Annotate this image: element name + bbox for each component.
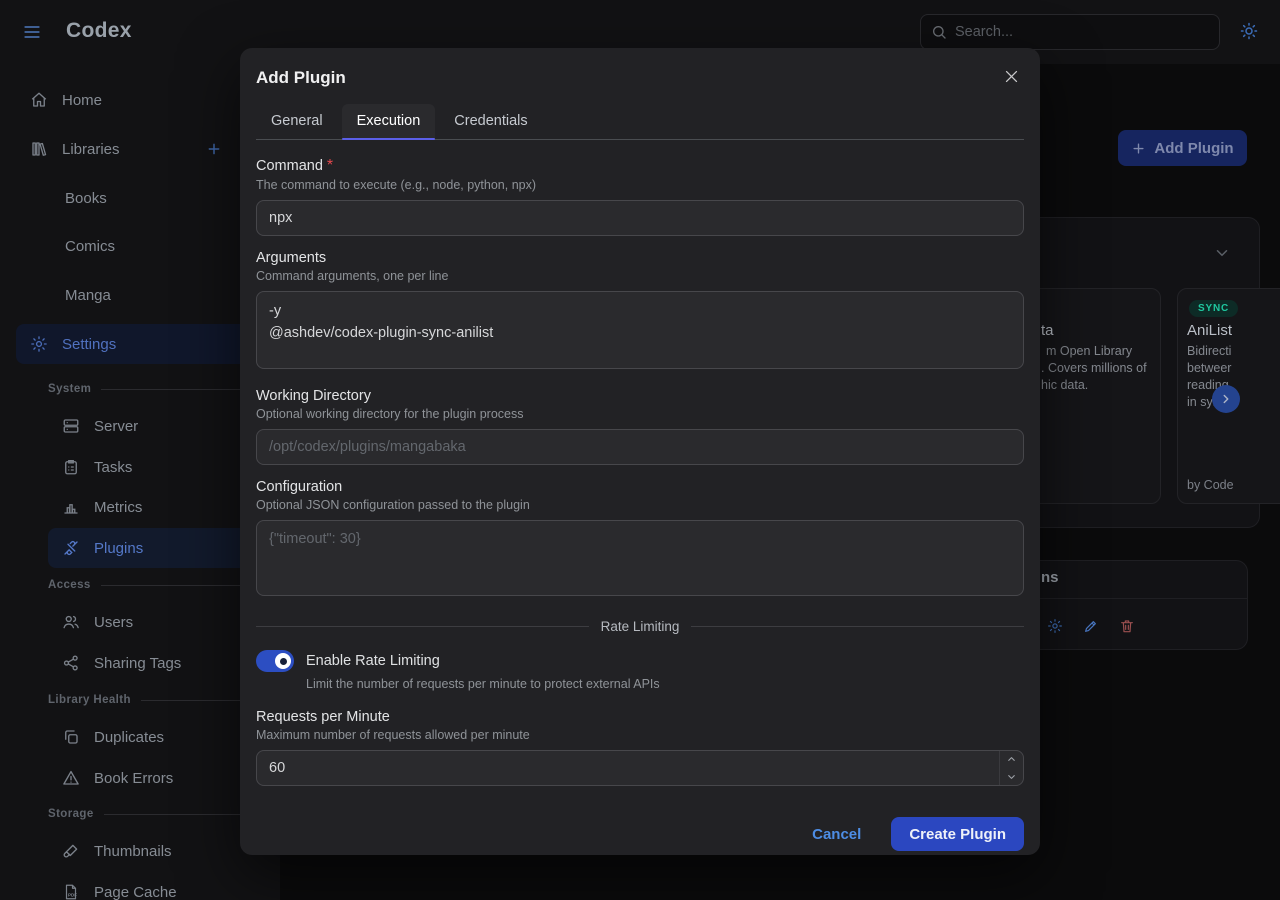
configuration-textarea[interactable]: [256, 520, 1024, 596]
command-help: The command to execute (e.g., node, pyth…: [256, 178, 1024, 192]
edit-icon[interactable]: [1083, 618, 1099, 634]
working-directory-field-group: Working Directory Optional working direc…: [256, 388, 1024, 465]
required-asterisk: *: [327, 157, 333, 174]
command-input[interactable]: [256, 200, 1024, 236]
enable-rate-limiting-label: Enable Rate Limiting: [306, 653, 440, 669]
requests-per-minute-label: Requests per Minute: [256, 709, 1024, 725]
modal-tabs: General Execution Credentials: [256, 104, 1024, 140]
add-plugin-modal: Add Plugin General Execution Credentials…: [240, 48, 1040, 855]
stepper-down-icon[interactable]: [1000, 768, 1023, 785]
chevron-down-icon[interactable]: [1213, 244, 1231, 262]
requests-per-minute-help: Maximum number of requests allowed per m…: [256, 728, 1024, 742]
configuration-label: Configuration: [256, 479, 1024, 495]
enable-rate-limiting-help: Limit the number of requests per minute …: [306, 677, 1024, 691]
configuration-help: Optional JSON configuration passed to th…: [256, 498, 1024, 512]
plugin-card-title: ta: [1041, 322, 1054, 339]
modal-title: Add Plugin: [256, 68, 346, 88]
plus-icon: [1131, 141, 1146, 156]
modal-footer: Cancel Create Plugin: [796, 817, 1024, 851]
chevron-right-icon: [1219, 392, 1233, 406]
execution-form: Command* The command to execute (e.g., n…: [256, 157, 1024, 786]
command-field-group: Command* The command to execute (e.g., n…: [256, 157, 1024, 236]
plugin-card-description: Bidirecti: [1187, 343, 1231, 360]
sync-badge: SYNC: [1189, 300, 1238, 317]
plugin-settings-icon[interactable]: [1047, 618, 1063, 634]
add-plugin-button[interactable]: Add Plugin: [1118, 130, 1247, 166]
configuration-field-group: Configuration Optional JSON configuratio…: [256, 479, 1024, 601]
command-label: Command: [256, 158, 323, 174]
plugin-card-description: . Covers millions of: [1041, 360, 1147, 377]
installed-plugins-header: ns: [1041, 569, 1059, 586]
arguments-field-group: Arguments Command arguments, one per lin…: [256, 250, 1024, 374]
enable-rate-limiting-toggle[interactable]: [256, 650, 294, 672]
plugin-card-description: hic data.: [1041, 377, 1088, 394]
working-directory-label: Working Directory: [256, 388, 1024, 404]
working-directory-input[interactable]: [256, 429, 1024, 465]
carousel-next-button[interactable]: [1212, 385, 1240, 413]
close-icon[interactable]: [1001, 66, 1022, 87]
stepper-up-icon[interactable]: [1000, 751, 1023, 768]
plugin-card-description: betweer: [1187, 360, 1231, 377]
rate-limiting-divider: Rate Limiting: [256, 619, 1024, 634]
working-directory-help: Optional working directory for the plugi…: [256, 407, 1024, 421]
requests-per-minute-field-group: Requests per Minute Maximum number of re…: [256, 709, 1024, 786]
plugin-card-description: m Open Library: [1046, 343, 1132, 360]
create-plugin-button[interactable]: Create Plugin: [891, 817, 1024, 851]
arguments-help: Command arguments, one per line: [256, 269, 1024, 283]
trash-icon[interactable]: [1119, 618, 1135, 634]
arguments-textarea[interactable]: [256, 291, 1024, 369]
tab-credentials[interactable]: Credentials: [439, 104, 542, 139]
plugin-card-title: AniList: [1187, 322, 1232, 339]
cancel-button[interactable]: Cancel: [796, 818, 877, 851]
arguments-label: Arguments: [256, 250, 1024, 266]
requests-per-minute-input[interactable]: [256, 750, 1024, 786]
tab-general[interactable]: General: [256, 104, 338, 139]
tab-execution[interactable]: Execution: [342, 104, 436, 139]
plugin-card-byline: by Code: [1187, 478, 1234, 492]
number-stepper: [999, 751, 1023, 785]
enable-rate-limiting-row: Enable Rate Limiting: [256, 650, 1024, 672]
